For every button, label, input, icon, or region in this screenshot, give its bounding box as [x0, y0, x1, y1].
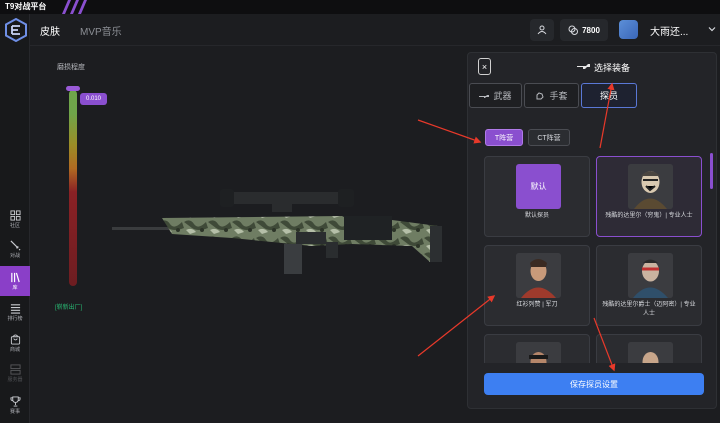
- agent-portrait: [516, 253, 561, 298]
- tab-label: 探员: [599, 91, 618, 101]
- agent-card[interactable]: 残酷的达里尔爵士（迈阿密）| 专业人士: [596, 245, 702, 326]
- tab-agents[interactable]: 探员: [581, 83, 637, 108]
- agent-card[interactable]: 残酷的达里尔（穷鬼）| 专业人士: [596, 156, 702, 237]
- sidebar-item-server[interactable]: 服务器: [0, 358, 30, 388]
- coin-balance: 7800: [582, 25, 600, 35]
- team-ct-button[interactable]: CT阵营: [528, 129, 570, 146]
- glove-icon: [536, 91, 545, 99]
- agent-card-default[interactable]: 默认 默认探员: [484, 156, 590, 237]
- server-icon: [9, 363, 21, 375]
- shop-icon: [10, 333, 20, 345]
- wear-label: 磨损程度: [57, 64, 85, 71]
- agent-grid: 默认 默认探员 残酷的达里尔（穷鬼）| 专业人士 红衫列赞 | 军刀 残酷的达里…: [483, 155, 709, 363]
- agent-card[interactable]: [596, 334, 702, 363]
- app-logo-icon[interactable]: [4, 18, 28, 42]
- sidebar-item-label: 服务器: [7, 376, 23, 383]
- grid-icon: [9, 209, 21, 221]
- agent-name: 红衫列赞 | 军刀: [516, 302, 558, 308]
- sidebar-item-label: 排行榜: [7, 315, 23, 322]
- close-button[interactable]: ×: [478, 58, 491, 75]
- tab-skins[interactable]: 皮肤: [40, 23, 60, 38]
- wear-slider-track[interactable]: [69, 90, 77, 286]
- app-window: T9对战平台 社区 对战 库 排行榜 商城 服务器 赛事 皮肤 MVP音乐 78…: [0, 0, 720, 423]
- tab-weapons[interactable]: 武器: [469, 83, 522, 108]
- agent-portrait: [628, 342, 673, 363]
- wear-slider-handle[interactable]: [66, 86, 80, 91]
- tab-label: 手套: [549, 91, 568, 101]
- sidebar-item-tournament[interactable]: 赛事: [0, 390, 30, 420]
- agent-name: 残酷的达里尔（穷鬼）| 专业人士: [605, 213, 693, 219]
- equipment-tabs: 武器 手套 探员: [468, 82, 718, 110]
- agent-name: 残酷的达里尔爵士（迈阿密）| 专业人士: [602, 302, 696, 317]
- friends-button[interactable]: [530, 19, 554, 41]
- sidebar-item-leaderboard[interactable]: 排行榜: [0, 297, 30, 327]
- chevron-down-icon[interactable]: [707, 24, 717, 34]
- agent-card[interactable]: 红衫列赞 | 军刀: [484, 245, 590, 326]
- tab-gloves[interactable]: 手套: [524, 83, 579, 108]
- sidebar-item-battle[interactable]: 对战: [0, 234, 30, 264]
- sidebar-item-shop[interactable]: 商城: [0, 328, 30, 358]
- agent-card[interactable]: [484, 334, 590, 363]
- leaderboard-icon: [10, 303, 20, 314]
- default-agent-thumbnail: 默认: [516, 164, 561, 209]
- user-icon: [537, 25, 547, 35]
- trophy-icon: [9, 395, 21, 407]
- title-stripes-decoration: [62, 0, 87, 14]
- sidebar-item-label: 库: [12, 284, 18, 291]
- wear-condition: [崭新出厂]: [55, 305, 83, 311]
- team-t-button[interactable]: T阵营: [485, 129, 523, 146]
- sidebar-item-label: 商城: [9, 346, 20, 353]
- swords-icon: [9, 239, 21, 251]
- rifle-icon: [479, 94, 490, 98]
- equipment-panel: × 选择装备 武器 手套 探员 T阵营 CT阵营 默认 默认探员 残酷的达里尔（…: [467, 52, 717, 409]
- sidebar-item-label: 社区: [9, 222, 20, 229]
- sidebar: 社区 对战 库 排行榜 商城 服务器 赛事: [0, 14, 30, 423]
- top-header: 皮肤 MVP音乐 7800 大雨还...: [30, 14, 720, 46]
- sidebar-item-community[interactable]: 社区: [0, 204, 30, 234]
- agent-portrait: [516, 342, 561, 363]
- agent-name: 默认探员: [524, 213, 549, 219]
- wear-value-badge: 0.010: [80, 93, 107, 105]
- tab-label: 武器: [493, 91, 512, 101]
- library-icon: [10, 272, 20, 282]
- sidebar-item-library[interactable]: 库: [0, 266, 30, 296]
- rifle-icon: [577, 64, 590, 69]
- tab-mvp-music[interactable]: MVP音乐: [80, 23, 122, 38]
- sidebar-item-label: 赛事: [9, 408, 20, 415]
- coin-balance-button[interactable]: 7800: [560, 19, 608, 41]
- agent-grid-scrollbar[interactable]: [710, 153, 713, 189]
- sidebar-item-label: 对战: [9, 252, 20, 259]
- sniper-rifle-image: [112, 189, 442, 274]
- avatar[interactable]: [619, 20, 638, 39]
- agent-portrait: [628, 253, 673, 298]
- agent-portrait: [628, 164, 673, 209]
- username[interactable]: 大雨还...: [650, 23, 688, 38]
- title-bar: T9对战平台: [0, 0, 720, 14]
- app-title: T9对战平台: [5, 2, 47, 11]
- coin-icon: [568, 25, 579, 35]
- panel-title: 选择装备: [594, 63, 631, 73]
- save-agent-settings-button[interactable]: 保存探员设置: [484, 373, 704, 395]
